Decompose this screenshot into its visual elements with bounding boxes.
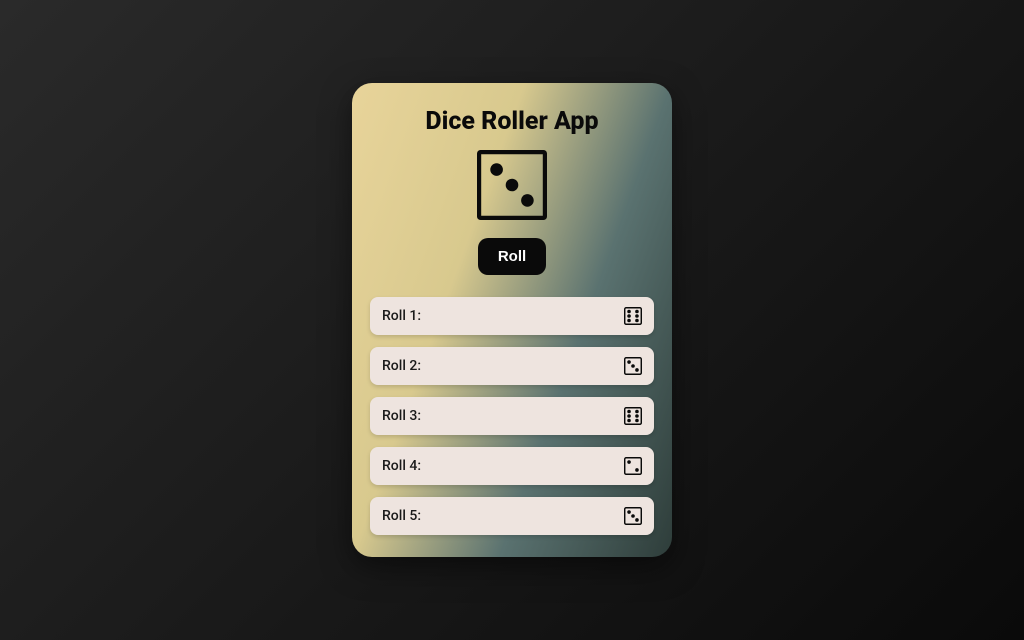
history-label: Roll 5: bbox=[382, 508, 421, 524]
roll-button[interactable]: Roll bbox=[478, 238, 546, 275]
roll-history: Roll 1: Roll 2: Roll 3: Roll 4: Roll 5: bbox=[370, 297, 654, 535]
dice-roller-card: Dice Roller App Roll Roll 1:Roll 2:Roll … bbox=[352, 83, 672, 557]
dice-face-icon bbox=[624, 407, 642, 425]
history-label: Roll 1: bbox=[382, 308, 421, 324]
history-item: Roll 3: bbox=[370, 397, 654, 435]
dice-face-icon bbox=[624, 357, 642, 375]
dice-face-icon bbox=[624, 507, 642, 525]
history-label: Roll 2: bbox=[382, 358, 421, 374]
current-dice bbox=[370, 150, 654, 220]
history-label: Roll 4: bbox=[382, 458, 421, 474]
dice-face-icon bbox=[477, 150, 547, 220]
history-item: Roll 2: bbox=[370, 347, 654, 385]
history-item: Roll 4: bbox=[370, 447, 654, 485]
history-label: Roll 3: bbox=[382, 408, 421, 424]
app-title: Dice Roller App bbox=[370, 107, 654, 136]
dice-face-icon bbox=[624, 307, 642, 325]
history-item: Roll 1: bbox=[370, 297, 654, 335]
dice-face-icon bbox=[624, 457, 642, 475]
history-item: Roll 5: bbox=[370, 497, 654, 535]
button-row: Roll bbox=[370, 238, 654, 275]
